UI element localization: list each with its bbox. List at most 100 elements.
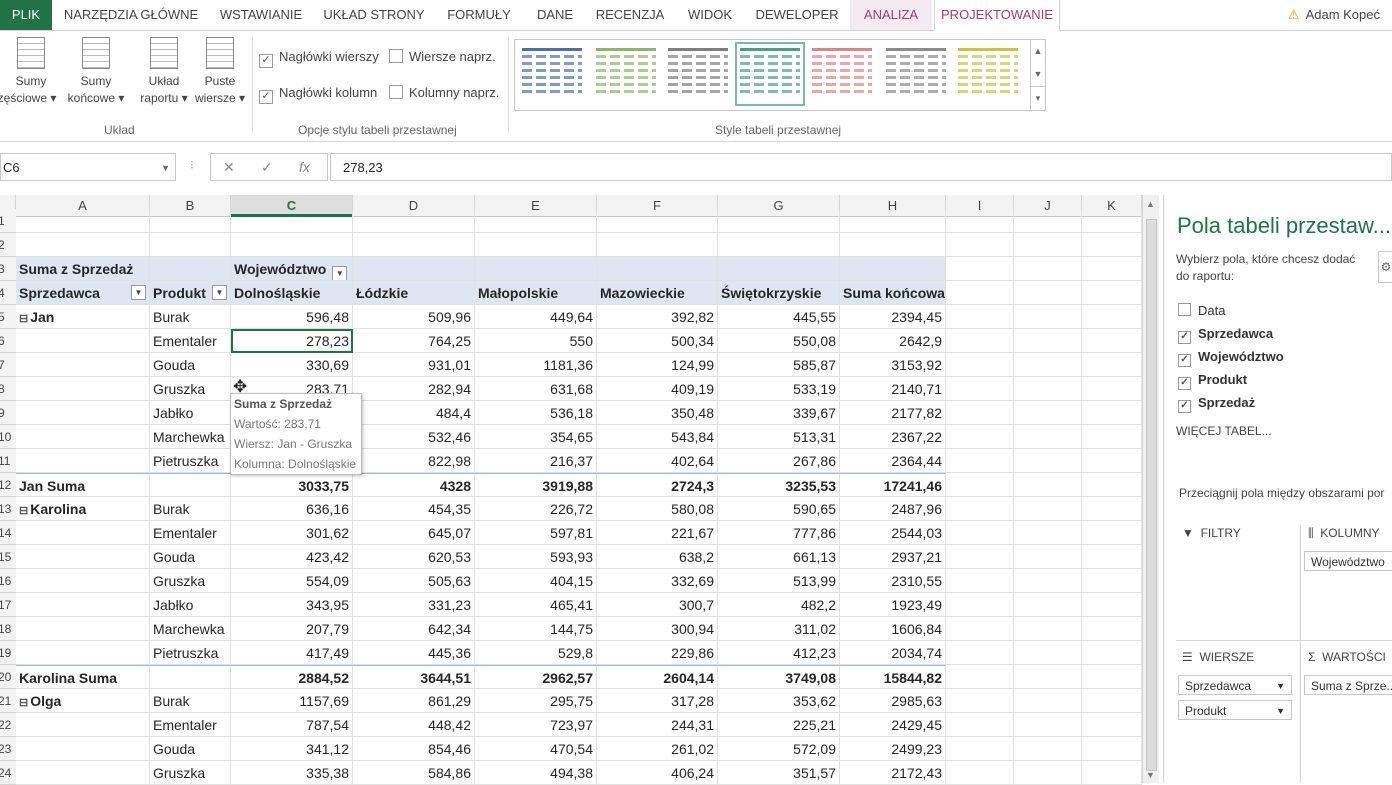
pivot-subtotal-cell[interactable]: 2884,52 xyxy=(231,665,353,689)
pivot-value-cell[interactable]: 402,64 xyxy=(597,449,718,473)
grid-cell[interactable] xyxy=(1014,281,1082,305)
row-header[interactable]: 21 xyxy=(0,689,16,713)
row-header[interactable]: 5 xyxy=(0,305,16,329)
collapse-icon[interactable]: ⊟ xyxy=(19,313,28,325)
tab-wstawianie[interactable]: WSTAWIANIE xyxy=(212,0,310,30)
subtotals-button[interactable]: Sumy częściowe ▾ xyxy=(0,37,62,107)
grid-cell[interactable] xyxy=(597,233,718,257)
pivot-subtotal-cell[interactable]: 2604,14 xyxy=(597,665,718,689)
field-checkbox-produkt[interactable]: ✓ Produkt xyxy=(1178,372,1247,390)
tab-projektowanie[interactable]: PROJEKTOWANIE xyxy=(934,0,1060,31)
pivot-value-cell[interactable]: 2364,44 xyxy=(840,449,946,473)
grid-cell[interactable] xyxy=(1082,281,1142,305)
pivot-style-swatch[interactable] xyxy=(519,44,585,104)
pivot-value-cell[interactable]: 590,65 xyxy=(718,497,840,521)
pivot-subtotal-cell[interactable]: 3644,51 xyxy=(353,665,475,689)
pivot-product-label[interactable]: Ementaler xyxy=(150,521,231,545)
pivot-product-label[interactable]: Gouda xyxy=(150,353,231,377)
row-field-chip-sprzedawca[interactable]: Sprzedawca ▼ xyxy=(1178,675,1292,695)
pivot-value-cell[interactable]: 300,7 xyxy=(597,593,718,617)
pivot-value-cell[interactable]: 330,69 xyxy=(231,353,353,377)
row-header[interactable]: 15 xyxy=(0,545,16,569)
pivot-value-cell[interactable]: 585,87 xyxy=(718,353,840,377)
pivot-value-cell[interactable]: 642,34 xyxy=(353,617,475,641)
pivot-value-cell[interactable]: 261,02 xyxy=(597,737,718,761)
pivot-value-cell[interactable]: 854,46 xyxy=(353,737,475,761)
pivot-value-cell[interactable]: 2642,9 xyxy=(840,329,946,353)
pivot-value-cell[interactable]: 244,31 xyxy=(597,713,718,737)
more-tables-link[interactable]: WIĘCEJ TABEL... xyxy=(1176,424,1272,438)
grid-cell[interactable] xyxy=(1082,617,1142,641)
pivot-value-cell[interactable]: 2487,96 xyxy=(840,497,946,521)
grid-cell[interactable] xyxy=(1082,473,1142,497)
pivot-value-cell[interactable]: 341,12 xyxy=(231,737,353,761)
grid-cell[interactable] xyxy=(231,209,353,233)
grid-cell[interactable] xyxy=(1014,521,1082,545)
row-header[interactable]: 19 xyxy=(0,641,16,665)
scroll-thumb[interactable] xyxy=(1146,219,1157,771)
pivot-value-cell[interactable]: 509,96 xyxy=(353,305,475,329)
grid-cell[interactable] xyxy=(16,377,150,401)
grid-cell[interactable] xyxy=(16,617,150,641)
grid-cell[interactable] xyxy=(1014,761,1082,785)
grid-cell[interactable] xyxy=(718,257,840,281)
grid-cell[interactable] xyxy=(946,473,1014,497)
scroll-up-icon[interactable]: ▲ xyxy=(1146,199,1155,209)
pivot-subtotal-label[interactable]: Karolina Suma xyxy=(16,665,150,689)
pivot-value-cell[interactable]: 2172,43 xyxy=(840,761,946,785)
tab-widok[interactable]: WIDOK xyxy=(680,0,740,30)
grid-cell[interactable] xyxy=(150,209,231,233)
tab-uklad-strony[interactable]: UKŁAD STRONY xyxy=(318,0,430,30)
grid-cell[interactable] xyxy=(1082,497,1142,521)
insert-function-icon[interactable]: fx xyxy=(299,159,310,175)
user-account[interactable]: ⚠ Adam Kopeć xyxy=(1288,0,1380,30)
pivot-value-cell[interactable]: 484,4 xyxy=(353,401,475,425)
grid-cell[interactable] xyxy=(946,641,1014,665)
grid-cell[interactable] xyxy=(1082,521,1142,545)
pivot-value-cell[interactable]: 207,79 xyxy=(231,617,353,641)
pivot-value-cell[interactable]: 445,55 xyxy=(718,305,840,329)
grid-cell[interactable] xyxy=(946,665,1014,689)
row-field-header-sprzedawca[interactable]: Sprzedawca ▼ xyxy=(16,281,150,305)
columns-area[interactable]: ⫼ KOLUMNY xyxy=(1308,526,1380,541)
pivot-subtotal-cell[interactable]: 2724,3 xyxy=(597,473,718,497)
row-header[interactable]: 23 xyxy=(0,737,16,761)
pivot-value-cell[interactable]: 295,75 xyxy=(475,689,597,713)
row-header[interactable]: 8 xyxy=(0,377,16,401)
grid-cell[interactable] xyxy=(16,353,150,377)
grid-cell[interactable] xyxy=(16,641,150,665)
grid-cell[interactable] xyxy=(16,713,150,737)
grid-cell[interactable] xyxy=(597,209,718,233)
tab-narzedzia-glowne[interactable]: NARZĘDZIA GŁÓWNE xyxy=(58,0,204,30)
pivot-value-cell[interactable]: 423,42 xyxy=(231,545,353,569)
pivot-value-cell[interactable]: 636,16 xyxy=(231,497,353,521)
grid-cell[interactable] xyxy=(1014,497,1082,521)
row-header[interactable]: 17 xyxy=(0,593,16,617)
pivot-product-label[interactable]: Jabłko xyxy=(150,593,231,617)
pivot-value-cell[interactable]: 1606,84 xyxy=(840,617,946,641)
pivot-column-header[interactable]: Suma końcowa xyxy=(840,281,946,305)
grid-cell[interactable] xyxy=(1014,473,1082,497)
column-field-chip[interactable]: Województwo xyxy=(1304,551,1392,571)
grid-cell[interactable] xyxy=(1014,401,1082,425)
pivot-group-label[interactable]: ⊟ Jan xyxy=(16,305,150,329)
pivot-style-swatch[interactable] xyxy=(665,44,731,104)
pivot-value-cell[interactable]: 532,46 xyxy=(353,425,475,449)
pivot-style-swatch[interactable] xyxy=(735,42,805,106)
grid-cell[interactable] xyxy=(946,329,1014,353)
grid-cell[interactable] xyxy=(16,521,150,545)
banded-columns-checkbox[interactable]: Kolumny naprz. xyxy=(389,85,499,100)
grid-cell[interactable] xyxy=(946,401,1014,425)
pivot-value-cell[interactable]: 536,18 xyxy=(475,401,597,425)
pivot-style-swatch[interactable] xyxy=(955,44,1021,104)
pivot-style-gallery[interactable]: ▲ ▼ ▾ xyxy=(514,39,1046,111)
pivot-value-cell[interactable]: 350,48 xyxy=(597,401,718,425)
pivot-value-cell[interactable]: 216,37 xyxy=(475,449,597,473)
column-field-header[interactable]: Województwo ▼ xyxy=(231,257,353,281)
pivot-subtotal-cell[interactable]: 3235,53 xyxy=(718,473,840,497)
grid-cell[interactable] xyxy=(16,329,150,353)
pivot-product-label[interactable]: Pietruszka xyxy=(150,449,231,473)
tab-dane[interactable]: DANE xyxy=(528,0,582,30)
grid-cell[interactable] xyxy=(946,449,1014,473)
grid-cell[interactable] xyxy=(1014,641,1082,665)
